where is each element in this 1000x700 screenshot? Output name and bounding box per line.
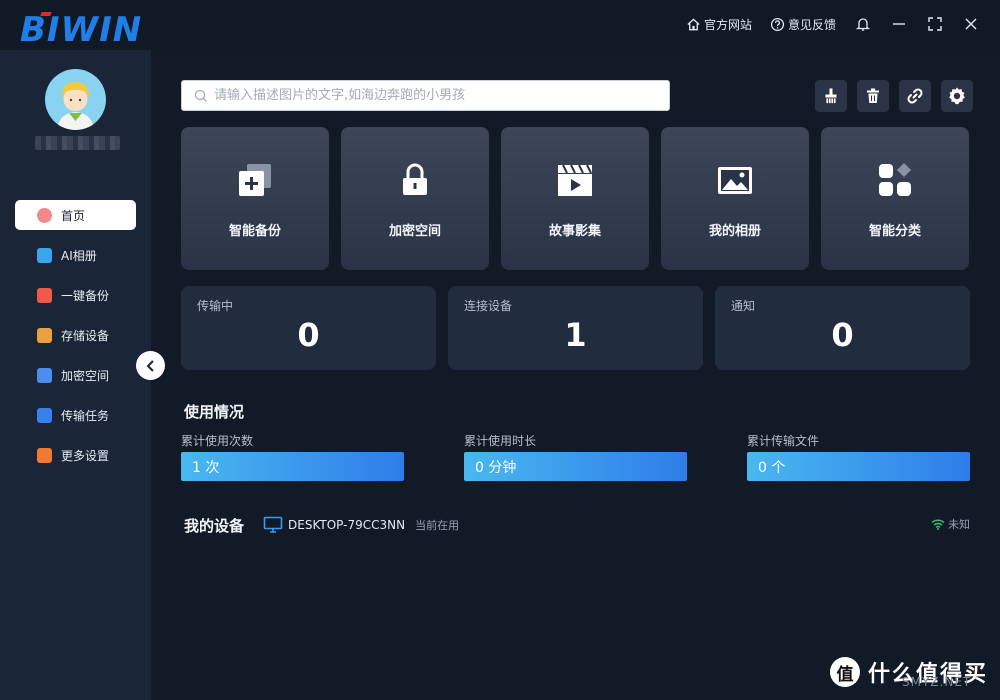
bell-icon [855,18,871,31]
fullscreen-icon [928,17,942,31]
avatar[interactable] [45,69,106,130]
card-story-video[interactable]: 故事影集 [501,127,649,270]
usage-count: 累计使用次数 1 次 [181,432,404,481]
stat-notifications[interactable]: 通知 0 [715,286,970,370]
stat-connected-devices[interactable]: 连接设备 1 [448,286,703,370]
watermark-sub: SMYZ.NET [902,675,972,689]
wifi-icon [931,519,945,530]
minimize-button[interactable] [890,15,908,33]
clean-button[interactable] [815,80,847,112]
close-button[interactable] [962,15,980,33]
card-my-album[interactable]: 我的相册 [661,127,809,270]
encrypt-icon [37,367,52,383]
stats-row: 传输中 0 连接设备 1 通知 0 [181,286,970,370]
transfer-icon [37,407,52,423]
usage-section-title: 使用情况 [184,403,245,421]
feature-cards: 智能备份 加密空间 故事影集 我的相册 智能分类 [181,127,969,270]
sidebar-item-storage[interactable]: 存储设备 [15,320,136,350]
monitor-icon [263,516,283,533]
photo-album-icon [718,167,752,194]
link-button[interactable] [899,80,931,112]
link-icon [907,88,923,104]
sidebar-item-home[interactable]: 首页 [15,200,136,230]
search-input[interactable] [214,88,654,103]
smart-category-icon [879,163,911,196]
usage-files-bar: 0 个 [747,452,970,481]
user-avatar-icon [57,82,94,130]
story-video-icon [558,164,592,196]
title-bar-actions: 官方网站 意见反馈 [686,12,980,36]
sidebar-item-transfer[interactable]: 传输任务 [15,400,136,430]
fullscreen-button[interactable] [926,15,944,33]
question-icon [770,17,785,31]
usage-count-bar: 1 次 [181,452,404,481]
usage-duration: 累计使用时长 0 分钟 [464,432,687,481]
biwin-logo: BIWIN [20,10,143,50]
minimize-icon [893,23,905,25]
home-icon [37,207,52,223]
card-encrypt-space[interactable]: 加密空间 [341,127,489,270]
close-icon [965,18,977,30]
card-smart-backup[interactable]: 智能备份 [181,127,329,270]
ai-album-icon [37,247,52,263]
card-smart-category[interactable]: 智能分类 [821,127,969,270]
device-status: 当前在用 [415,519,460,532]
sidebar-nav: 首页 AI相册 一键备份 存储设备 加密空间 传输任务 更多设置 [15,200,136,480]
chevron-left-icon [146,359,154,372]
settings-button[interactable] [941,80,973,112]
search-box [181,80,670,111]
notification-bell-button[interactable] [854,15,872,33]
devices-section-title: 我的设备 [184,517,245,535]
home-icon [687,17,700,30]
gear-icon [949,87,965,105]
toolbar [815,80,973,112]
title-bar: BIWIN 官方网站 意见反馈 [0,0,1000,50]
network-status: 未知 [931,516,970,532]
official-website-link[interactable]: 官方网站 [686,16,752,33]
logo-accent [40,12,52,16]
smart-backup-icon [239,164,271,196]
search-icon [194,89,207,102]
usage-duration-bar: 0 分钟 [464,452,687,481]
device-row[interactable]: DESKTOP-79CC3NN 当前在用 [263,515,459,535]
sidebar-item-settings[interactable]: 更多设置 [15,440,136,470]
sidebar: 首页 AI相册 一键备份 存储设备 加密空间 传输任务 更多设置 [0,50,151,700]
sidebar-collapse-button[interactable] [136,351,165,380]
lock-icon [403,163,427,195]
delete-button[interactable] [857,80,889,112]
brush-icon [825,88,837,104]
sidebar-item-ai-album[interactable]: AI相册 [15,240,136,270]
storage-icon [37,327,52,343]
usage-files: 累计传输文件 0 个 [747,432,970,481]
settings-icon [37,447,52,463]
stat-transferring[interactable]: 传输中 0 [181,286,436,370]
watermark-badge: 值 [830,657,860,687]
backup-icon [37,287,52,303]
sidebar-item-encrypt[interactable]: 加密空间 [15,360,136,390]
sidebar-item-backup[interactable]: 一键备份 [15,280,136,310]
feedback-link[interactable]: 意见反馈 [770,16,836,33]
trash-icon [867,88,879,103]
device-name: DESKTOP-79CC3NN [288,518,406,532]
username-redacted [35,136,120,150]
